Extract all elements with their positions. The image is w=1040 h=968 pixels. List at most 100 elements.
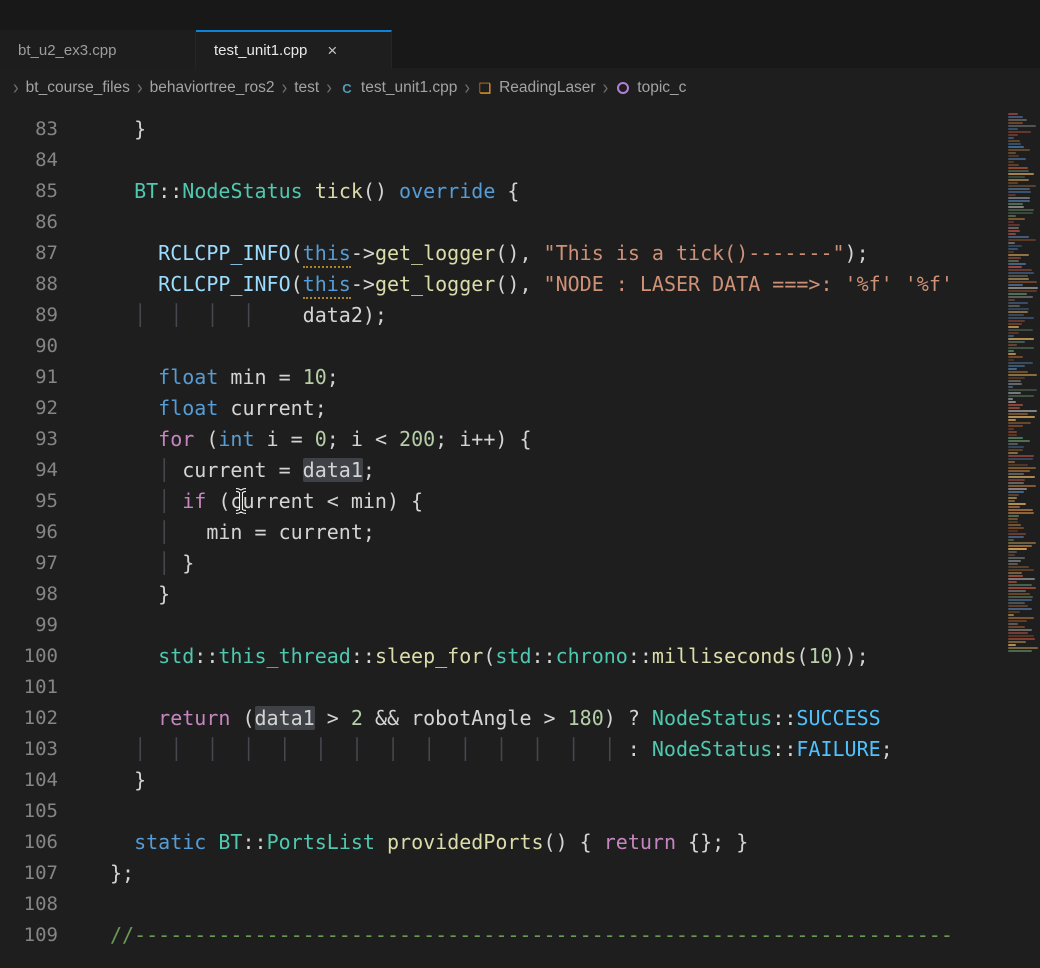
breadcrumb-item-behaviortree_ros2[interactable]: behaviortree_ros2 bbox=[150, 79, 275, 97]
code-line[interactable]: 106 static BT::PortsList providedPorts()… bbox=[0, 827, 1006, 858]
line-number[interactable]: 84 bbox=[0, 145, 58, 176]
code-line[interactable]: 103 │ │ │ │ │ │ │ │ │ │ │ │ │ │ : NodeSt… bbox=[0, 734, 1006, 765]
code-line[interactable]: 94 │ current = data1; bbox=[0, 455, 1006, 486]
line-number[interactable]: 86 bbox=[0, 207, 58, 238]
code-line[interactable]: 86 bbox=[0, 207, 1006, 238]
code-line[interactable]: 107}; bbox=[0, 858, 1006, 889]
line-number[interactable]: 96 bbox=[0, 517, 58, 548]
code-line[interactable]: 96 │ min = current; bbox=[0, 517, 1006, 548]
minimap-line bbox=[1008, 527, 1024, 529]
minimap-line bbox=[1008, 341, 1025, 343]
minimap-line bbox=[1008, 329, 1033, 331]
code-editor[interactable]: 83 }8485 BT::NodeStatus tick() override … bbox=[0, 108, 1006, 968]
breadcrumb-item-ReadingLaser[interactable]: ❏ReadingLaser bbox=[477, 79, 596, 97]
minimap-line bbox=[1008, 299, 1015, 301]
code-line[interactable]: 93 for (int i = 0; i < 200; i++) { bbox=[0, 424, 1006, 455]
minimap-line bbox=[1008, 611, 1020, 613]
line-number[interactable]: 94 bbox=[0, 455, 58, 486]
line-number[interactable]: 101 bbox=[0, 672, 58, 703]
close-tab-icon[interactable]: × bbox=[327, 42, 337, 59]
line-number[interactable]: 103 bbox=[0, 734, 58, 765]
code-line[interactable]: 88 RCLCPP_INFO(this->get_logger(), "NODE… bbox=[0, 269, 1006, 300]
code-line[interactable]: 104 } bbox=[0, 765, 1006, 796]
line-number[interactable]: 90 bbox=[0, 331, 58, 362]
line-number[interactable]: 97 bbox=[0, 548, 58, 579]
minimap-line bbox=[1008, 164, 1019, 166]
line-number[interactable]: 88 bbox=[0, 269, 58, 300]
minimap-line bbox=[1008, 206, 1024, 208]
code-line[interactable]: 83 } bbox=[0, 114, 1006, 145]
tab-test_unit1[interactable]: test_unit1.cpp × bbox=[196, 30, 392, 68]
line-number[interactable]: 105 bbox=[0, 796, 58, 827]
minimap-line bbox=[1008, 146, 1024, 148]
code-line[interactable]: 99 bbox=[0, 610, 1006, 641]
minimap-line bbox=[1008, 176, 1025, 178]
line-number[interactable]: 104 bbox=[0, 765, 58, 796]
code-line[interactable]: 91 float min = 10; bbox=[0, 362, 1006, 393]
minimap-line bbox=[1008, 569, 1034, 571]
breadcrumb-item-bt_course_files[interactable]: bt_course_files bbox=[26, 79, 130, 97]
minimap-line bbox=[1008, 119, 1027, 121]
code-line[interactable]: 95 │ if (current < min) { bbox=[0, 486, 1006, 517]
breadcrumb-item-test_unit1_cpp[interactable]: Ctest_unit1.cpp bbox=[339, 79, 458, 97]
tab-label: test_unit1.cpp bbox=[214, 42, 307, 59]
line-number[interactable]: 89 bbox=[0, 300, 58, 331]
minimap-line bbox=[1008, 224, 1020, 226]
line-number[interactable]: 108 bbox=[0, 889, 58, 920]
line-number[interactable]: 106 bbox=[0, 827, 58, 858]
highlighted-occurrence: data1 bbox=[255, 706, 315, 730]
code-line[interactable]: 109//-----------------------------------… bbox=[0, 920, 1006, 951]
cpp-file-icon: C bbox=[339, 80, 355, 96]
minimap-line bbox=[1008, 398, 1013, 400]
breadcrumb-item-test[interactable]: test bbox=[294, 79, 319, 97]
code-line-content bbox=[58, 610, 110, 641]
line-number[interactable]: 107 bbox=[0, 858, 58, 889]
minimap-line bbox=[1008, 491, 1024, 493]
code-line[interactable]: 101 bbox=[0, 672, 1006, 703]
breadcrumb-label: topic_c bbox=[637, 79, 686, 97]
line-number[interactable]: 99 bbox=[0, 610, 58, 641]
minimap-line bbox=[1008, 230, 1020, 232]
code-line[interactable]: 84 bbox=[0, 145, 1006, 176]
code-line[interactable]: 98 } bbox=[0, 579, 1006, 610]
code-line[interactable]: 87 RCLCPP_INFO(this->get_logger(), "This… bbox=[0, 238, 1006, 269]
minimap-line bbox=[1008, 623, 1018, 625]
minimap-line bbox=[1008, 440, 1030, 442]
line-number[interactable]: 102 bbox=[0, 703, 58, 734]
code-line[interactable]: 89 │ │ │ │ data2); bbox=[0, 300, 1006, 331]
line-number[interactable]: 93 bbox=[0, 424, 58, 455]
minimap-line bbox=[1008, 233, 1016, 235]
code-line-content: │ │ │ │ │ │ │ │ │ │ │ │ │ │ : NodeStatus… bbox=[58, 734, 893, 765]
code-line[interactable]: 90 bbox=[0, 331, 1006, 362]
code-line[interactable]: 102 return (data1 > 2 && robotAngle > 18… bbox=[0, 703, 1006, 734]
method-symbol-icon bbox=[615, 80, 631, 96]
line-number[interactable]: 100 bbox=[0, 641, 58, 672]
minimap-line bbox=[1008, 506, 1020, 508]
line-number[interactable]: 109 bbox=[0, 920, 58, 951]
code-line[interactable]: 100 std::this_thread::sleep_for(std::chr… bbox=[0, 641, 1006, 672]
line-number[interactable]: 98 bbox=[0, 579, 58, 610]
line-number[interactable]: 87 bbox=[0, 238, 58, 269]
code-line[interactable]: 85 BT::NodeStatus tick() override { bbox=[0, 176, 1006, 207]
minimap-line bbox=[1008, 563, 1018, 565]
code-line[interactable]: 97 │ } bbox=[0, 548, 1006, 579]
line-number[interactable]: 83 bbox=[0, 114, 58, 145]
minimap[interactable] bbox=[1006, 108, 1040, 968]
code-line[interactable]: 105 bbox=[0, 796, 1006, 827]
minimap-line bbox=[1008, 503, 1026, 505]
tab-bt_u2_ex3[interactable]: bt_u2_ex3.cpp bbox=[0, 30, 196, 68]
minimap-line bbox=[1008, 338, 1034, 340]
line-number[interactable]: 92 bbox=[0, 393, 58, 424]
line-number[interactable]: 91 bbox=[0, 362, 58, 393]
minimap-line bbox=[1008, 209, 1034, 211]
breadcrumb-item-topic_c[interactable]: topic_c bbox=[615, 79, 686, 97]
line-number[interactable]: 95 bbox=[0, 486, 58, 517]
code-line[interactable]: 92 float current; bbox=[0, 393, 1006, 424]
code-line[interactable]: 108 bbox=[0, 889, 1006, 920]
line-number[interactable]: 85 bbox=[0, 176, 58, 207]
tab-label: bt_u2_ex3.cpp bbox=[18, 42, 116, 59]
minimap-line bbox=[1008, 626, 1025, 628]
minimap-line bbox=[1008, 353, 1016, 355]
minimap-line bbox=[1008, 368, 1017, 370]
minimap-line bbox=[1008, 269, 1032, 271]
